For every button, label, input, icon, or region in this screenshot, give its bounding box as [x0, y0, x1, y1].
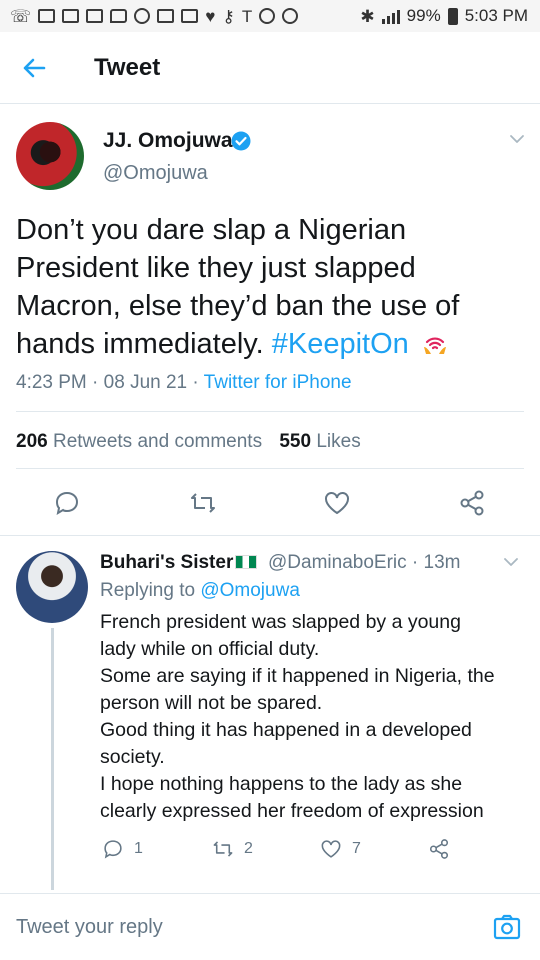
hashtag-link[interactable]: #KeepitOn [272, 328, 409, 360]
reply-count: 1 [134, 840, 143, 857]
instagram-icon-2 [282, 8, 299, 24]
reply-actions: 1 2 7 [0, 838, 540, 866]
reply-age: 13m [423, 552, 461, 573]
author-name[interactable]: JJ. Omojuwa [103, 129, 233, 153]
status-bar: ☏ ♥ ⚷ T ✱ 99% 5:03 PM [0, 0, 540, 32]
heart-icon [321, 840, 341, 858]
heart-icon[interactable] [323, 489, 351, 517]
tweet-text: Don’t you dare slap a Nigerian President… [16, 211, 526, 363]
message-icon [110, 9, 128, 23]
divider [16, 411, 524, 412]
bluetooth-icon: ✱ [360, 6, 375, 26]
tweet-source-link[interactable]: Twitter for iPhone [204, 372, 352, 393]
system-icons: ✱ 99% 5:03 PM [360, 6, 528, 26]
page-title: Tweet [94, 54, 161, 81]
reply-composer [0, 893, 540, 960]
like-count: 7 [352, 840, 361, 857]
reply-text-line: French president was slapped by a young [100, 611, 461, 633]
reply-reply-button[interactable]: 1 [102, 838, 143, 860]
likes-stat[interactable]: 550 Likes [279, 431, 360, 452]
reply-text-line: clearly expressed her freedom of express… [100, 800, 484, 822]
retweet-icon[interactable] [189, 489, 217, 517]
reply-text-line: Good thing it has happened in a develope… [100, 719, 472, 741]
author-handle[interactable]: @Omojuwa [103, 162, 208, 185]
reply-handle-line: @DaminaboEric · 13m [268, 552, 461, 573]
retweets-stat[interactable]: 206 Retweets and comments [16, 431, 262, 452]
reply-author-handle[interactable]: @DaminaboEric [268, 552, 407, 573]
messenger-icon [134, 8, 151, 24]
share-icon[interactable] [458, 489, 486, 517]
reply-retweet-button[interactable]: 2 [212, 838, 253, 860]
reply-text: French president was slapped by a young … [100, 609, 530, 825]
camera-icon[interactable] [492, 912, 522, 942]
divider [0, 535, 540, 536]
key-icon: ⚷ [222, 6, 235, 26]
retweets-count: 206 [16, 431, 48, 452]
reply-text-line: Some are saying if it happened in Nigeri… [100, 665, 495, 687]
retweet-icon [213, 841, 233, 857]
tweet-actions [0, 484, 540, 524]
arrow-left-icon[interactable] [20, 54, 48, 82]
phone-missed-icon: ☏ [10, 6, 32, 26]
replying-prefix: Replying to [100, 580, 196, 601]
reply-text-line: society. [100, 746, 165, 768]
likes-count: 550 [279, 431, 312, 452]
t-icon: T [241, 6, 253, 26]
instagram-icon [259, 8, 276, 24]
retweet-count: 2 [244, 840, 253, 857]
chevron-down-icon[interactable] [508, 130, 526, 148]
replying-to: Replying to @Omojuwa [100, 580, 300, 602]
share-icon [429, 839, 449, 859]
mail-icon-2 [62, 9, 80, 23]
reply-text-line: I hope nothing happens to the lady as sh… [100, 773, 463, 795]
battery-icon [447, 7, 458, 25]
avatar[interactable] [16, 122, 84, 190]
reply-text-line: person will not be spared. [100, 692, 323, 714]
app-header: Tweet [0, 32, 540, 104]
reply-input[interactable] [16, 912, 456, 942]
reply-avatar[interactable] [16, 551, 88, 623]
battery-percent: 99% [406, 6, 441, 25]
reply-share-button[interactable] [428, 838, 450, 860]
hashtag-hands-emoji-icon [423, 337, 446, 354]
mail-icon [38, 9, 56, 23]
tweet-time: 4:23 PM [16, 372, 87, 393]
reply-icon[interactable] [53, 489, 81, 517]
chevron-down-icon[interactable] [502, 553, 520, 571]
clock: 5:03 PM [464, 6, 528, 25]
gallery-icon [157, 9, 175, 23]
nigeria-flag-icon [235, 555, 258, 569]
notification-icons: ☏ ♥ ⚷ T [10, 6, 299, 26]
reply-like-button[interactable]: 7 [320, 838, 361, 860]
tweet-meta: 4:23 PM · 08 Jun 21 · Twitter for iPhone [16, 372, 352, 393]
reply-author-label: Buhari's Sister [100, 552, 234, 573]
retweets-label: Retweets and comments [52, 431, 263, 452]
replying-to-link[interactable]: @Omojuwa [200, 580, 300, 601]
reply-text-line: lady while on official duty. [100, 638, 320, 660]
likes-label: Likes [316, 431, 361, 452]
reply-author-name[interactable]: Buhari's Sister [100, 552, 258, 574]
signal-icon [381, 8, 400, 24]
verified-badge-icon [231, 131, 251, 151]
tweet-stats: 206 Retweets and comments 550 Likes [16, 431, 361, 453]
twitter-bird-icon: ♥ [205, 6, 216, 26]
divider [16, 468, 524, 469]
app-icon [86, 9, 104, 23]
tweet-date: 08 Jun 21 [103, 372, 188, 393]
reply-icon [104, 840, 122, 859]
flipboard-icon [181, 9, 199, 23]
